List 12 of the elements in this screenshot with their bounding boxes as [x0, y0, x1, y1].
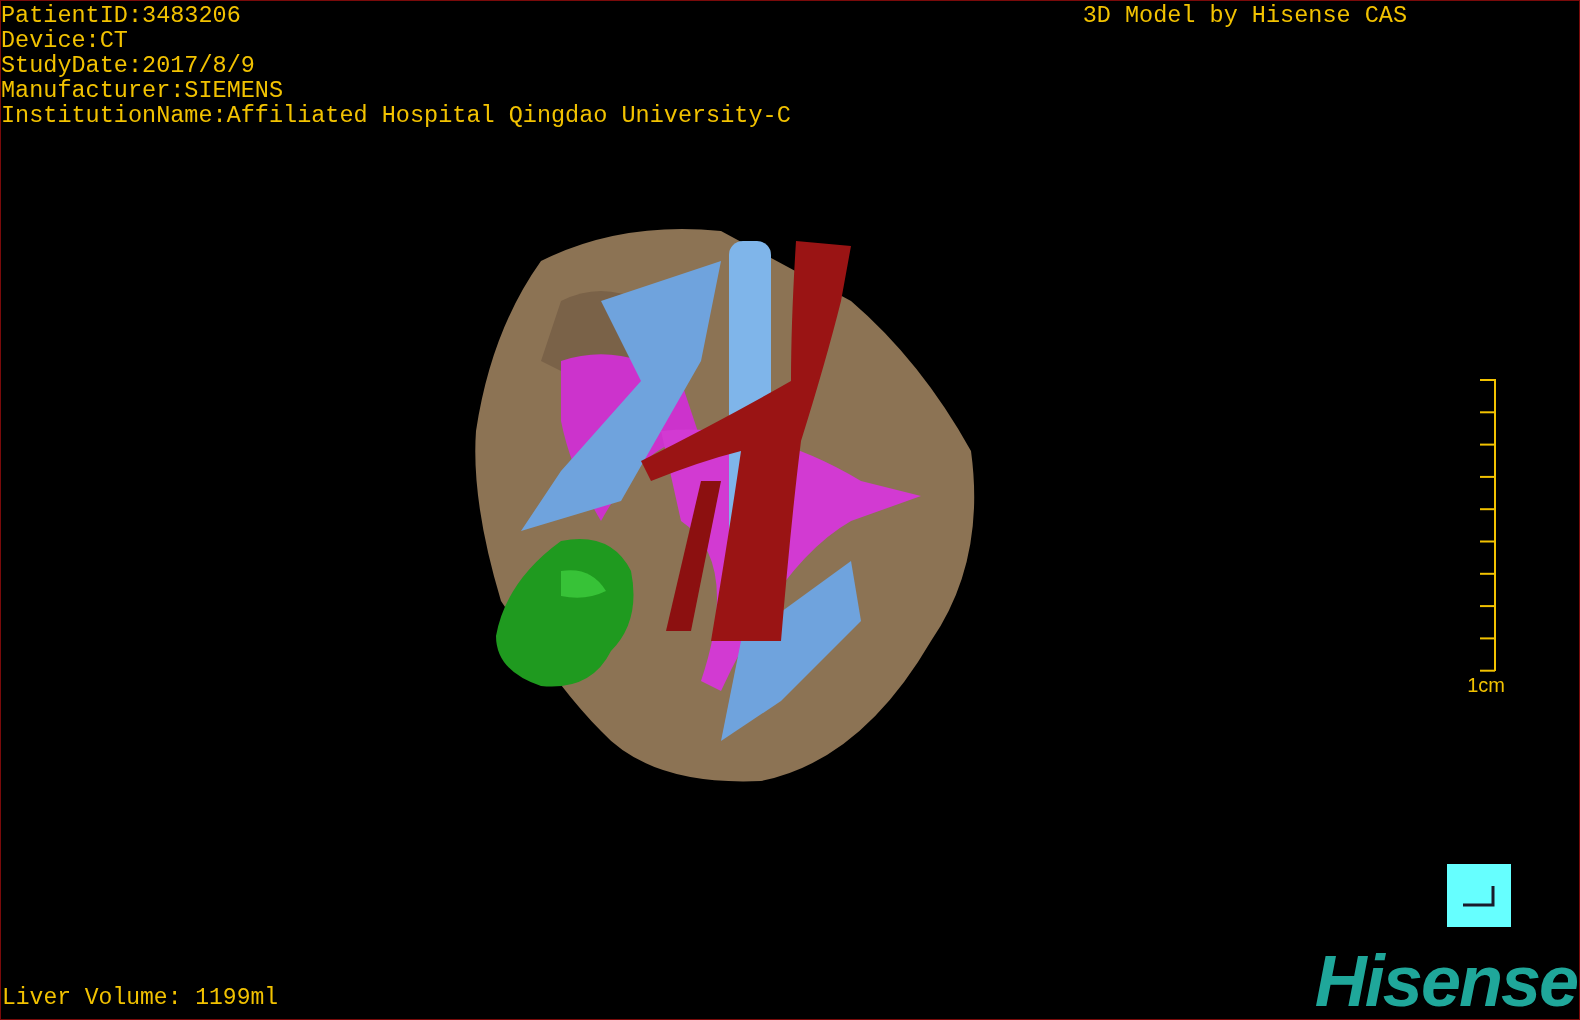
- brand-logo: Hisense: [1314, 951, 1577, 1011]
- scale-label: 1cm: [1467, 674, 1505, 696]
- dicom-info-text: InstitutionName:Affiliated Hospital Qingdao University-C: [1, 103, 791, 128]
- dicom-info-text: PatientID:3483206: [1, 3, 241, 28]
- liver-volume-text: Liver Volume: 1199ml: [2, 985, 279, 1011]
- ruler-icon: [1479, 378, 1497, 674]
- corner-button[interactable]: [1447, 864, 1511, 927]
- viewer-title: 3D Model by Hisense CAS: [1082, 3, 1407, 28]
- dicom-info-text: Manufacturer:SIEMENS: [1, 78, 284, 103]
- dicom-info-text: StudyDate:2017/8/9: [1, 53, 255, 78]
- dicom-info-text: Device:CT: [1, 28, 128, 53]
- corner-icon: [1462, 884, 1496, 907]
